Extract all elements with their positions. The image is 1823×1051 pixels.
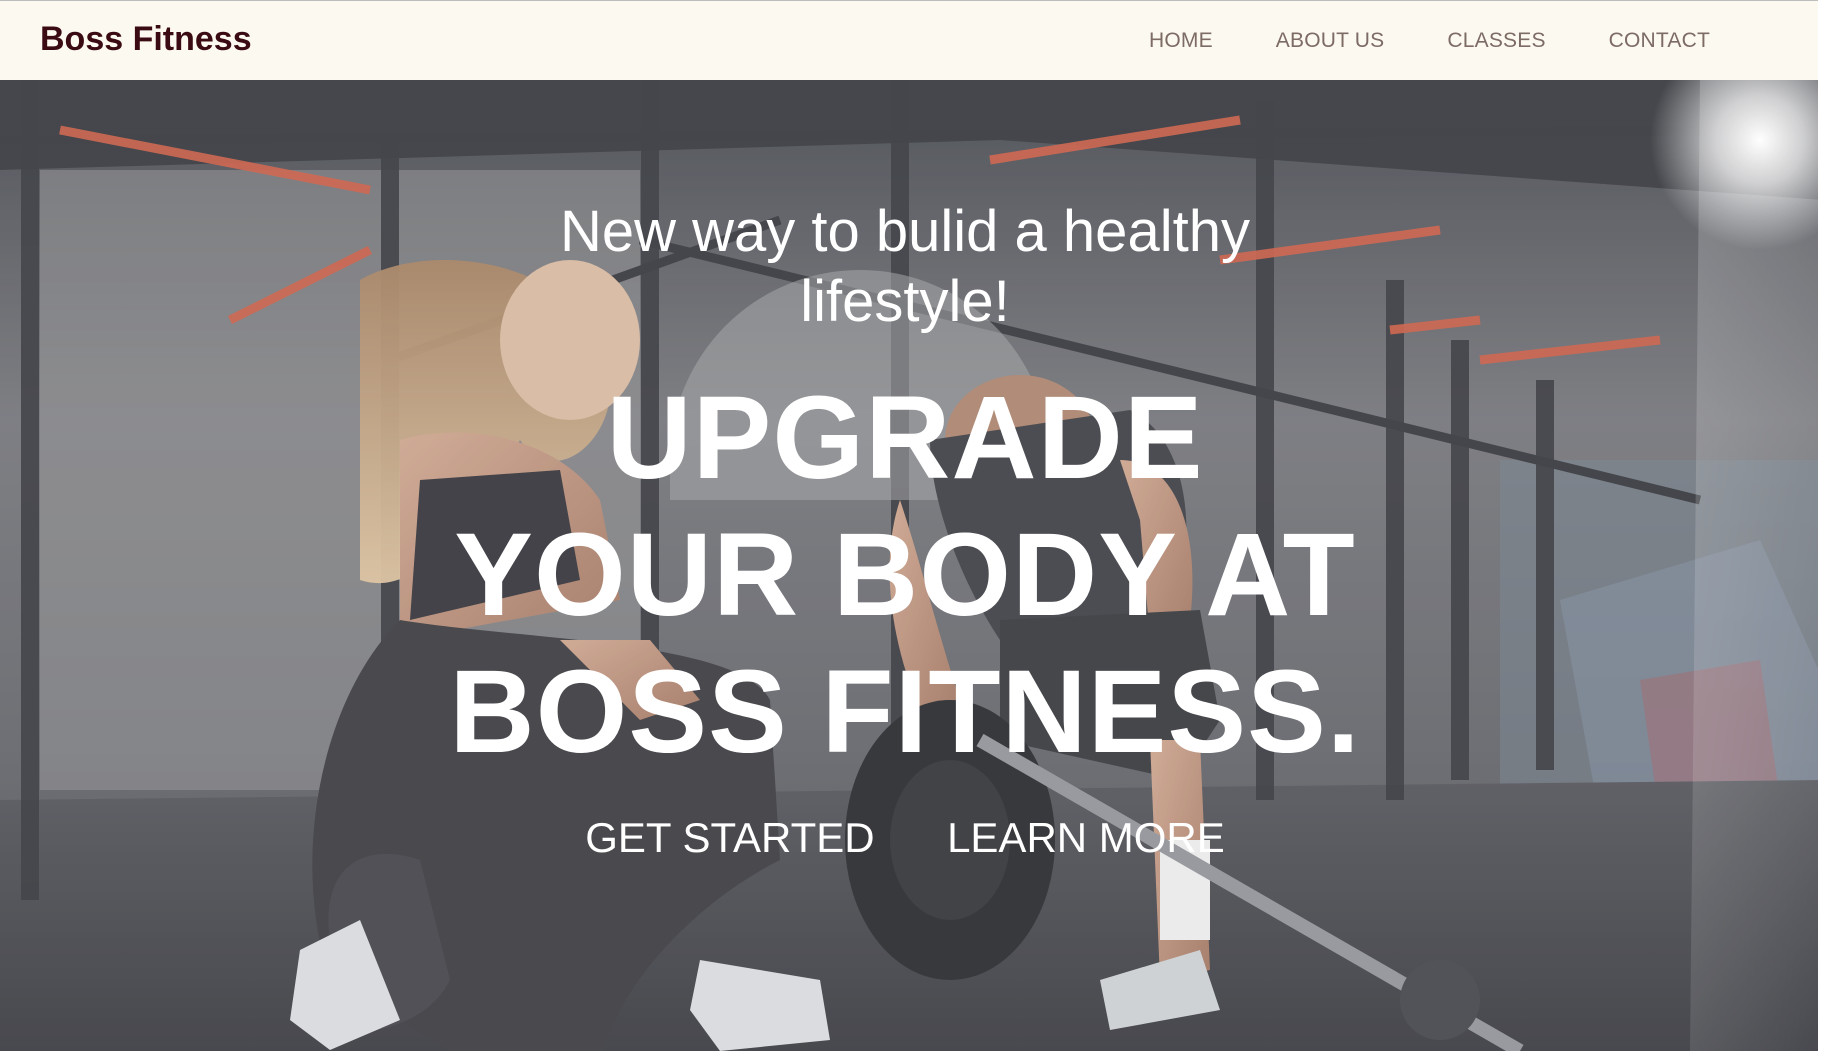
- headline-line-3: BOSS FITNESS.: [449, 646, 1361, 778]
- page-right-edge: [1818, 0, 1823, 1051]
- nav-about-us-link[interactable]: ABOUT US: [1276, 28, 1385, 54]
- nav-home-link[interactable]: HOME: [1149, 28, 1213, 54]
- hero-section: New way to bulid a healthy lifestyle! UP…: [0, 80, 1823, 1051]
- learn-more-button[interactable]: LEARN MORE: [947, 813, 1225, 863]
- main-nav: HOME ABOUT US CLASSES CONTACT: [1149, 28, 1710, 54]
- brand-logo[interactable]: Boss Fitness: [40, 19, 252, 59]
- hero-tagline: New way to bulid a healthy lifestyle!: [0, 197, 1810, 337]
- headline-line-1: UPGRADE: [606, 372, 1204, 504]
- get-started-button[interactable]: GET STARTED: [585, 813, 874, 863]
- nav-contact-link[interactable]: CONTACT: [1609, 28, 1710, 54]
- hero-content: New way to bulid a healthy lifestyle! UP…: [0, 80, 1823, 1051]
- tagline-line-2: lifestyle!: [800, 269, 1010, 334]
- page: Boss Fitness HOME ABOUT US CLASSES CONTA…: [0, 0, 1823, 1051]
- hero-cta-row: GET STARTED LEARN MORE: [0, 813, 1810, 863]
- headline-line-2: YOUR BODY AT: [454, 509, 1356, 641]
- nav-classes-link[interactable]: CLASSES: [1447, 28, 1545, 54]
- hero-headline: UPGRADE YOUR BODY AT BOSS FITNESS.: [0, 370, 1810, 781]
- tagline-line-1: New way to bulid a healthy: [560, 199, 1250, 264]
- top-navbar: Boss Fitness HOME ABOUT US CLASSES CONTA…: [0, 0, 1823, 80]
